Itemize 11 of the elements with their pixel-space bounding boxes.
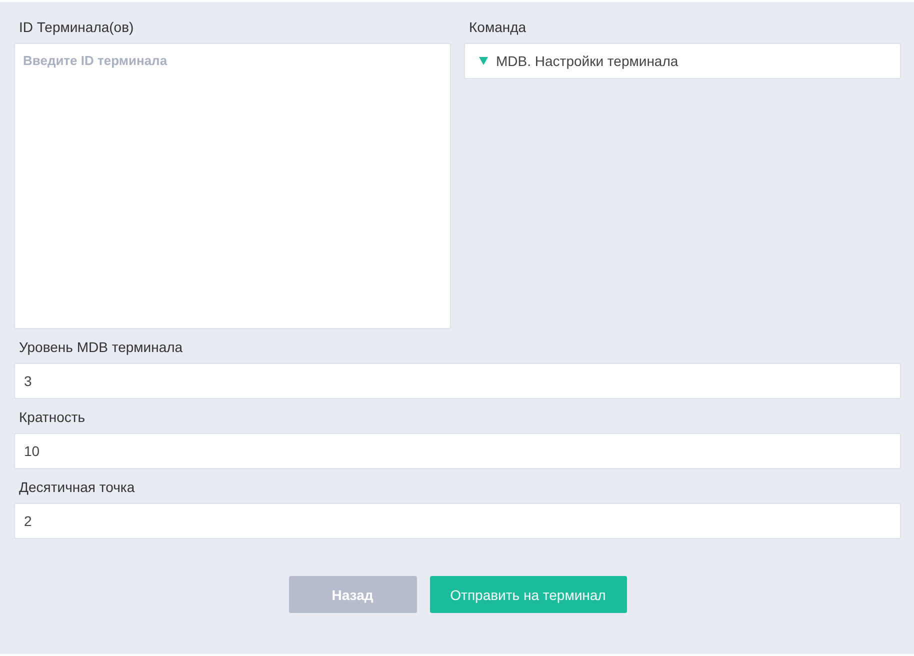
field-label: ID Терминала(ов) — [19, 18, 134, 36]
input-field[interactable]: 2 — [14, 503, 901, 539]
field-label: Десятичная точка — [19, 478, 135, 496]
field-label: Команда — [469, 18, 526, 36]
command-select[interactable]: MDB. Настройки терминала — [464, 43, 901, 79]
input-field[interactable]: 3 — [14, 363, 901, 399]
terminal-id-field[interactable]: Введите ID терминала — [14, 43, 451, 329]
caret-icon — [479, 57, 488, 65]
input-field[interactable]: 10 — [14, 433, 901, 469]
field-label: Уровень MDB терминала — [19, 338, 183, 356]
field-label: Кратность — [19, 408, 86, 426]
